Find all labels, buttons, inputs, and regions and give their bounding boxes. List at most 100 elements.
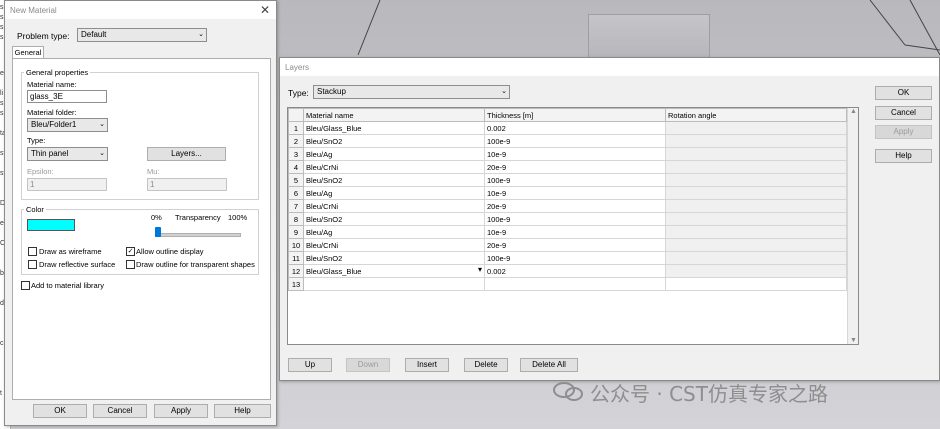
- material-name-cell[interactable]: Bleu/Ag: [303, 186, 485, 200]
- rotation-angle-cell[interactable]: [665, 134, 847, 148]
- table-row[interactable]: 5 Bleu/SnO2 100e-9: [288, 173, 847, 187]
- rotation-angle-cell[interactable]: [665, 147, 847, 161]
- layers-button[interactable]: Layers...: [147, 147, 226, 161]
- thickness-cell[interactable]: 0.002: [484, 264, 666, 278]
- row-number-cell: 2: [288, 134, 304, 148]
- material-name-cell[interactable]: Bleu/SnO2: [303, 212, 485, 226]
- table-row[interactable]: 10 Bleu/CrNi 20e-9: [288, 238, 847, 252]
- draw-reflective-checkbox[interactable]: [28, 260, 37, 269]
- rotation-angle-cell[interactable]: [665, 277, 847, 291]
- material-folder-select[interactable]: Bleu/Folder1 ⌄: [27, 118, 108, 132]
- thickness-cell[interactable]: 100e-9: [484, 134, 666, 148]
- draw-outline-transparent-label: Draw outline for transparent shapes: [136, 260, 255, 269]
- material-name-cell[interactable]: Bleu/SnO2: [303, 134, 485, 148]
- table-vertical-scrollbar[interactable]: ▲ ▼: [847, 108, 858, 344]
- material-name-cell[interactable]: Bleu/CrNi: [303, 238, 485, 252]
- thickness-cell[interactable]: 100e-9: [484, 212, 666, 226]
- epsilon-input[interactable]: 1: [27, 178, 107, 191]
- ok-button[interactable]: OK: [33, 404, 87, 418]
- mu-input[interactable]: 1: [147, 178, 227, 191]
- rotation-angle-cell[interactable]: [665, 199, 847, 213]
- column-header-material-name[interactable]: Material name: [303, 108, 485, 122]
- layers-apply-button[interactable]: Apply: [875, 125, 932, 139]
- layers-table[interactable]: Material name Thickness [m] Rotation ang…: [287, 107, 859, 345]
- color-swatch[interactable]: [27, 219, 75, 231]
- cell-dropdown-icon[interactable]: ▾: [478, 265, 482, 274]
- chevron-down-icon: ⌄: [99, 121, 105, 128]
- thickness-cell[interactable]: 20e-9: [484, 160, 666, 174]
- column-header-thickness[interactable]: Thickness [m]: [484, 108, 666, 122]
- thickness-cell[interactable]: 0.002: [484, 121, 666, 135]
- material-name-cell[interactable]: Bleu/CrNi: [303, 199, 485, 213]
- down-button[interactable]: Down: [346, 358, 390, 372]
- scroll-down-icon[interactable]: ▼: [850, 337, 857, 344]
- thickness-cell[interactable]: 20e-9: [484, 238, 666, 252]
- layers-ok-button[interactable]: OK: [875, 86, 932, 100]
- rotation-angle-cell[interactable]: [665, 121, 847, 135]
- insert-button[interactable]: Insert: [405, 358, 449, 372]
- rotation-angle-cell[interactable]: [665, 186, 847, 200]
- table-row[interactable]: 7 Bleu/CrNi 20e-9: [288, 199, 847, 213]
- delete-button[interactable]: Delete: [464, 358, 508, 372]
- thickness-cell[interactable]: 10e-9: [484, 225, 666, 239]
- help-button[interactable]: Help: [214, 404, 271, 418]
- material-name-cell[interactable]: Bleu/Ag: [303, 147, 485, 161]
- thickness-cell[interactable]: 10e-9: [484, 147, 666, 161]
- problem-type-select[interactable]: Default ⌄: [77, 28, 207, 42]
- table-row[interactable]: 8 Bleu/SnO2 100e-9: [288, 212, 847, 226]
- add-to-library-checkbox[interactable]: [21, 281, 30, 290]
- thickness-cell[interactable]: 100e-9: [484, 173, 666, 187]
- apply-button[interactable]: Apply: [154, 404, 208, 418]
- rotation-angle-cell[interactable]: [665, 225, 847, 239]
- material-folder-value: Bleu/Folder1: [31, 120, 77, 129]
- layers-help-button[interactable]: Help: [875, 149, 932, 163]
- material-name-cell[interactable]: Bleu/SnO2: [303, 173, 485, 187]
- layers-type-select[interactable]: Stackup ⌄: [313, 85, 510, 99]
- thickness-cell[interactable]: 100e-9: [484, 251, 666, 265]
- material-name-input[interactable]: glass_3E: [27, 90, 107, 103]
- chevron-down-icon: ⌄: [198, 31, 204, 38]
- delete-all-button[interactable]: Delete All: [520, 358, 578, 372]
- material-name-cell[interactable]: Bleu/Ag: [303, 225, 485, 239]
- draw-wireframe-checkbox[interactable]: [28, 247, 37, 256]
- type-label: Type:: [27, 136, 46, 145]
- draw-outline-transparent-checkbox[interactable]: [126, 260, 135, 269]
- table-row[interactable]: 9 Bleu/Ag 10e-9: [288, 225, 847, 239]
- new-material-titlebar[interactable]: New Material ✕: [5, 1, 276, 19]
- problem-type-label: Problem type:: [17, 31, 70, 41]
- thickness-cell[interactable]: 10e-9: [484, 186, 666, 200]
- close-icon[interactable]: ✕: [260, 3, 270, 17]
- transparency-slider-thumb[interactable]: [155, 227, 161, 237]
- cancel-button[interactable]: Cancel: [93, 404, 147, 418]
- column-header-rotation-angle[interactable]: Rotation angle: [665, 108, 847, 122]
- rotation-angle-cell[interactable]: [665, 251, 847, 265]
- table-row[interactable]: 12 Bleu/Glass_Blue ▾ 0.002: [288, 264, 847, 278]
- rotation-angle-cell[interactable]: [665, 238, 847, 252]
- table-row[interactable]: 11 Bleu/SnO2 100e-9: [288, 251, 847, 265]
- table-row[interactable]: 2 Bleu/SnO2 100e-9: [288, 134, 847, 148]
- transparency-slider-track[interactable]: [155, 233, 241, 237]
- rotation-angle-cell[interactable]: [665, 160, 847, 174]
- table-row[interactable]: 3 Bleu/Ag 10e-9: [288, 147, 847, 161]
- table-row[interactable]: 4 Bleu/CrNi 20e-9: [288, 160, 847, 174]
- material-name-cell[interactable]: [303, 277, 485, 291]
- rotation-angle-cell[interactable]: [665, 212, 847, 226]
- material-name-cell[interactable]: Bleu/Glass_Blue: [303, 121, 485, 135]
- material-name-cell[interactable]: Bleu/SnO2: [303, 251, 485, 265]
- rotation-angle-cell[interactable]: [665, 264, 847, 278]
- rotation-angle-cell[interactable]: [665, 173, 847, 187]
- thickness-cell[interactable]: 20e-9: [484, 199, 666, 213]
- material-name-cell[interactable]: Bleu/Glass_Blue ▾: [303, 264, 485, 278]
- table-row[interactable]: 6 Bleu/Ag 10e-9: [288, 186, 847, 200]
- material-type-value: Thin panel: [31, 149, 69, 158]
- thickness-cell[interactable]: [484, 277, 666, 291]
- table-row[interactable]: 1 Bleu/Glass_Blue 0.002: [288, 121, 847, 135]
- material-type-select[interactable]: Thin panel ⌄: [27, 147, 108, 161]
- up-button[interactable]: Up: [288, 358, 332, 372]
- layers-cancel-button[interactable]: Cancel: [875, 106, 932, 120]
- material-name-cell[interactable]: Bleu/CrNi: [303, 160, 485, 174]
- scroll-up-icon[interactable]: ▲: [850, 108, 857, 115]
- layers-titlebar[interactable]: Layers: [280, 58, 939, 76]
- allow-outline-checkbox[interactable]: ✓: [126, 247, 135, 256]
- table-row[interactable]: 13: [288, 277, 847, 291]
